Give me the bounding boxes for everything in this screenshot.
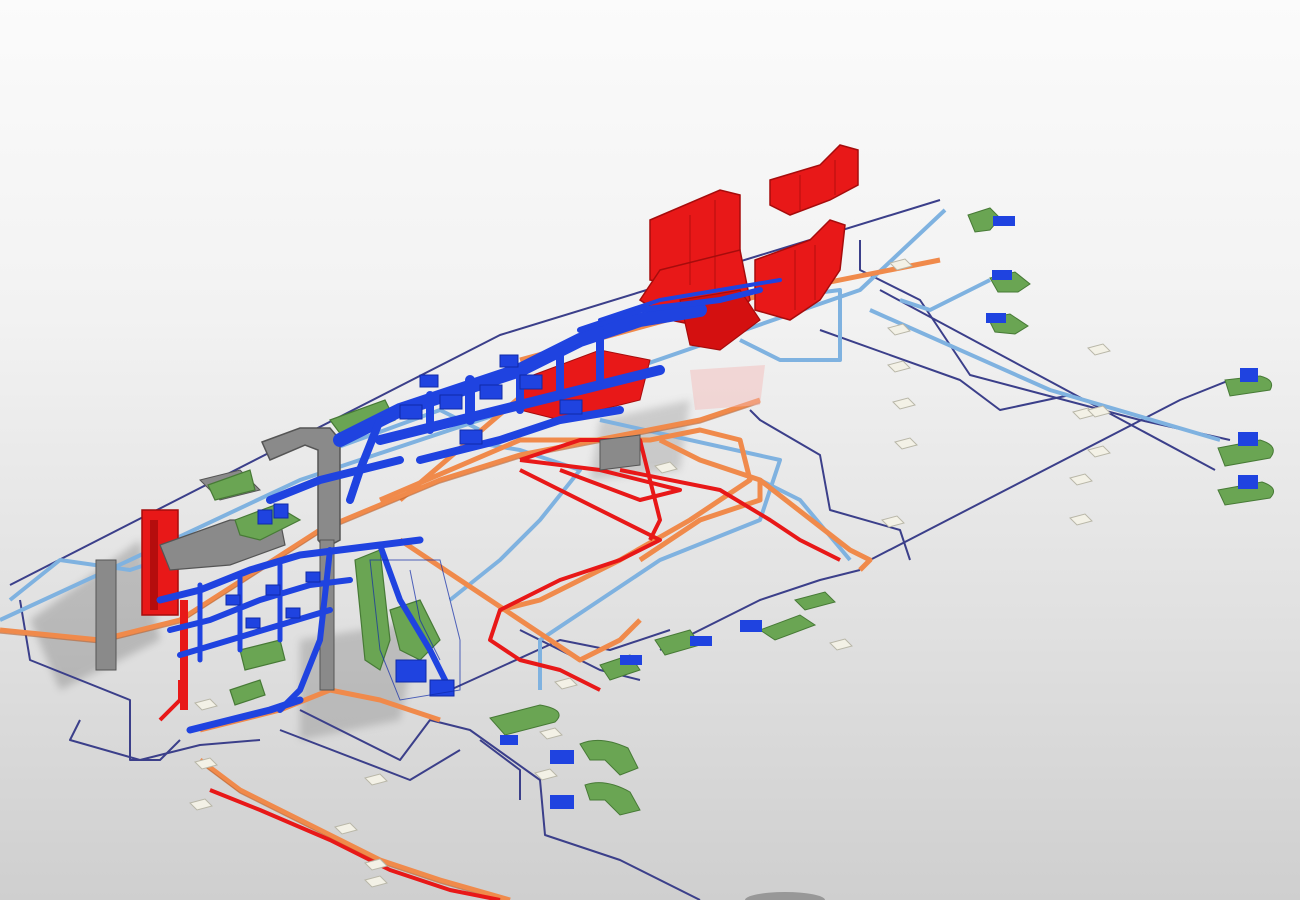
terminal-unit — [967, 207, 1015, 233]
terminal-unit — [550, 782, 641, 816]
terminal-units-lower — [489, 591, 836, 816]
terminal-unit — [1217, 475, 1275, 506]
terminal-unit — [1217, 432, 1274, 467]
terminal-unit — [986, 313, 1029, 335]
terminal-unit — [794, 591, 836, 611]
terminal-unit — [654, 629, 712, 656]
terminal-units-right — [967, 207, 1275, 506]
heating-units — [519, 144, 859, 421]
translucent-panel — [690, 365, 765, 410]
terminal-unit — [740, 614, 817, 641]
terminal-unit — [599, 654, 642, 681]
model-viewport[interactable] — [0, 0, 1300, 900]
mep-model-scene[interactable] — [0, 0, 1300, 900]
terminal-unit — [1224, 368, 1273, 397]
floor-equipment — [745, 892, 825, 900]
terminal-unit — [550, 739, 639, 776]
terminal-unit — [989, 270, 1031, 293]
